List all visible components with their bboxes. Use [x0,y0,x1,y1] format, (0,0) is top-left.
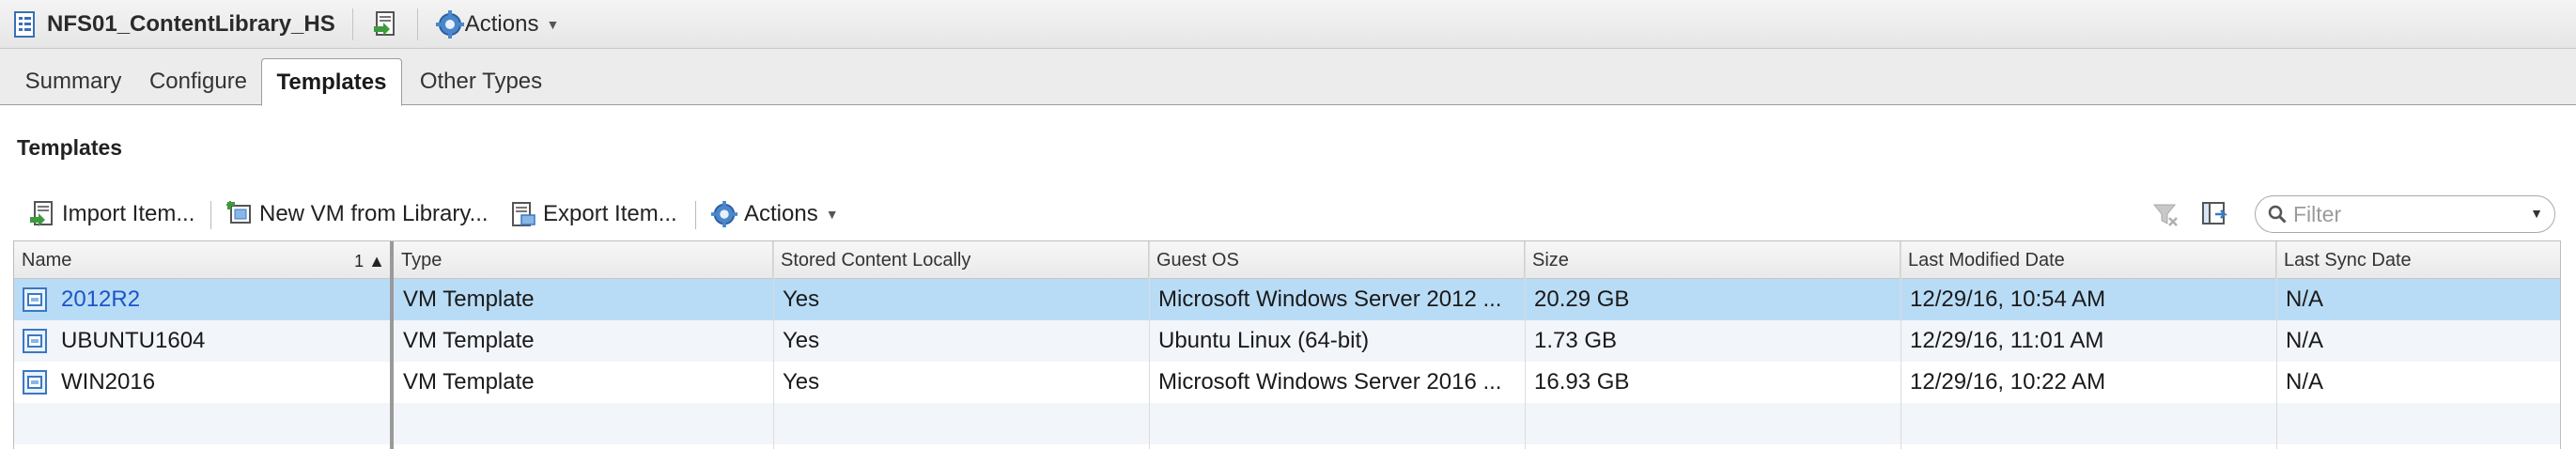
empty-row [14,403,2560,444]
gear-icon [710,200,738,228]
new-vm-from-library-button[interactable]: New VM from Library... [225,197,489,231]
stored-cell: Yes [783,286,820,312]
sync-cell: N/A [2286,369,2324,395]
filter-dropdown-icon[interactable]: ▼ [2530,206,2543,221]
sort-order-label: 1 [354,252,365,271]
tab-summary[interactable]: Summary [9,58,137,105]
modified-cell: 12/29/16, 10:22 AM [1910,369,2106,395]
import-icon [30,201,53,226]
column-header-stored-content[interactable]: Stored Content Locally [773,241,1149,279]
page-title: NFS01_ContentLibrary_HS [47,10,335,37]
title-separator [351,8,353,40]
export-icon [512,202,535,226]
templates-table: Name 1 ▲ Type Stored Content Locally Gue… [13,240,2561,449]
filter-input[interactable] [2293,201,2500,227]
tab-templates[interactable]: Templates [261,58,402,106]
table-row[interactable]: WIN2016 VM Template Yes Microsoft Window… [14,362,2560,403]
title-bar: NFS01_ContentLibrary_HS Actions ▼ [0,0,2576,49]
sync-cell: N/A [2286,286,2324,312]
modified-cell: 12/29/16, 11:01 AM [1910,328,2104,353]
name-cell: WIN2016 [14,362,390,403]
templates-toolbar: Import Item... New VM from Library... Ex… [0,192,2576,237]
filter-field[interactable]: ▼ [2255,195,2555,233]
type-cell: VM Template [403,369,535,395]
chevron-down-icon: ▼ [546,16,560,32]
toolbar-actions-menu[interactable]: Actions ▼ [710,197,839,231]
toolbar-separator [210,201,211,229]
stored-cell: Yes [783,369,820,395]
table-header: Name 1 ▲ Type Stored Content Locally Gue… [14,241,2560,279]
tab-configure[interactable]: Configure [137,58,259,105]
column-divider [2276,241,2277,449]
tab-bar: Summary Configure Templates Other Types [0,49,2576,106]
new-vm-label: New VM from Library... [259,201,489,226]
tab-other-types[interactable]: Other Types [406,58,556,105]
search-icon [2268,205,2287,224]
column-divider [1525,241,1526,449]
size-cell: 1.73 GB [1534,328,1618,353]
title-separator-2 [416,8,418,40]
toolbar-separator-2 [695,201,696,229]
section-heading: Templates [17,135,123,160]
column-divider [1149,241,1150,449]
content-library-icon [14,10,35,38]
sync-cell: N/A [2286,328,2324,353]
modified-cell: 12/29/16, 10:54 AM [1910,286,2106,312]
clear-filter-icon[interactable] [2151,201,2180,229]
type-cell: VM Template [403,328,535,353]
column-header-last-modified[interactable]: Last Modified Date [1901,241,2276,279]
template-name-link[interactable]: 2012R2 [61,286,140,313]
name-cell: 2012R2 [14,279,390,320]
stored-cell: Yes [783,328,820,353]
export-item-label: Export Item... [543,201,677,226]
size-cell: 20.29 GB [1534,286,1630,312]
column-header-size[interactable]: Size [1525,241,1901,279]
vm-template-icon [23,370,47,395]
guest-os-cell: Microsoft Windows Server 2012 ... [1158,286,1502,312]
column-chooser-icon[interactable] [2200,199,2230,229]
import-item-icon[interactable] [370,9,400,39]
type-cell: VM Template [403,286,535,312]
table-row[interactable]: 2012R2 VM Template Yes Microsoft Windows… [14,279,2560,320]
chevron-down-icon: ▼ [825,207,839,222]
title-actions-label: Actions [464,10,539,37]
gear-icon [435,9,464,39]
import-item-label: Import Item... [62,201,195,226]
column-header-name[interactable]: Name 1 ▲ [14,241,392,279]
column-header-guest-os[interactable]: Guest OS [1149,241,1525,279]
title-actions-menu[interactable]: Actions ▼ [435,9,560,39]
column-header-type[interactable]: Type [394,241,773,279]
frozen-column-splitter[interactable] [390,241,394,449]
column-header-name-label: Name [22,249,72,271]
column-header-last-sync[interactable]: Last Sync Date [2276,241,2560,279]
table-row[interactable]: UBUNTU1604 VM Template Yes Ubuntu Linux … [14,320,2560,362]
toolbar-actions-label: Actions [744,201,818,226]
export-item-button[interactable]: Export Item... [509,197,677,231]
guest-os-cell: Ubuntu Linux (64-bit) [1158,328,1370,353]
vm-template-icon [23,287,47,312]
template-name-link[interactable]: WIN2016 [61,369,155,395]
template-name-link[interactable]: UBUNTU1604 [61,328,205,354]
vm-template-icon [23,329,47,353]
size-cell: 16.93 GB [1534,369,1630,395]
new-vm-icon [226,201,251,224]
name-cell: UBUNTU1604 [14,320,390,362]
guest-os-cell: Microsoft Windows Server 2016 ... [1158,369,1502,395]
sort-ascending-icon: 1 ▲ [354,252,385,271]
import-item-button[interactable]: Import Item... [28,197,194,231]
column-divider [773,241,774,449]
